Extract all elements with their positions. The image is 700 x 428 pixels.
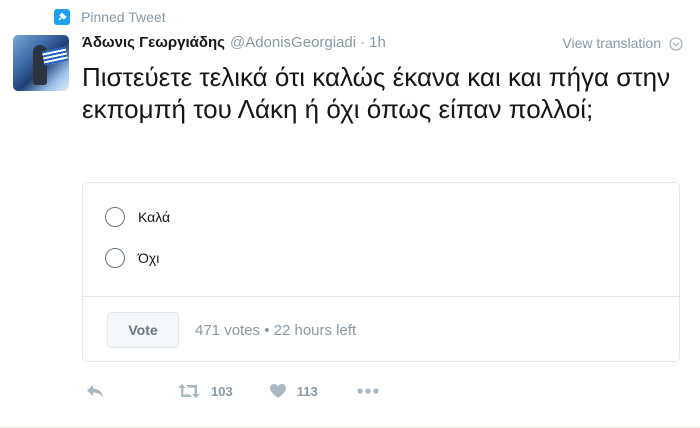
tweet-text: Πιστεύετε τελικά ότι καλώς έκανα και και… bbox=[82, 62, 671, 124]
tweet: Pinned Tweet Άδωνις Γεωργιάδης @AdonisGe… bbox=[0, 0, 700, 428]
retweet-count: 103 bbox=[211, 383, 233, 399]
reply-button[interactable] bbox=[85, 383, 105, 399]
vote-button[interactable]: Vote bbox=[107, 312, 179, 348]
pinned-label: Pinned Tweet bbox=[81, 9, 166, 25]
reply-icon bbox=[87, 385, 103, 397]
view-translation-link[interactable]: View translation bbox=[562, 35, 661, 51]
retweet-icon bbox=[178, 384, 200, 398]
pin-icon bbox=[54, 9, 70, 25]
poll-option-2[interactable]: Όχι bbox=[105, 248, 159, 268]
tweet-actions: 103 113 bbox=[85, 383, 380, 399]
more-button[interactable] bbox=[356, 387, 380, 395]
poll-option-label: Όχι bbox=[138, 250, 160, 266]
author-username[interactable]: @AdonisGeorgiadi bbox=[230, 34, 356, 51]
poll-card: Καλά Όχι Vote 471 votes • 22 hours left bbox=[82, 182, 680, 362]
poll-divider bbox=[83, 296, 679, 297]
tweet-header: Άδωνις Γεωργιάδης @AdonisGeorgiadi · 1h bbox=[82, 34, 386, 51]
avatar[interactable] bbox=[13, 35, 69, 91]
radio-button[interactable] bbox=[105, 248, 125, 268]
poll-option-label: Καλά bbox=[138, 209, 171, 225]
tweet-timestamp[interactable]: 1h bbox=[369, 34, 386, 51]
separator-dot: · bbox=[360, 34, 366, 51]
pinned-indicator: Pinned Tweet bbox=[54, 9, 166, 25]
chevron-down-icon[interactable] bbox=[669, 37, 683, 51]
like-count: 113 bbox=[296, 383, 318, 399]
retweet-button[interactable]: 103 bbox=[177, 383, 233, 399]
author-fullname[interactable]: Άδωνις Γεωργιάδης bbox=[82, 34, 225, 51]
heart-icon bbox=[269, 384, 286, 398]
more-dots-icon bbox=[357, 388, 379, 394]
like-button[interactable]: 113 bbox=[269, 383, 318, 399]
radio-button[interactable] bbox=[105, 207, 125, 227]
poll-option-1[interactable]: Καλά bbox=[105, 207, 170, 227]
poll-meta: 471 votes • 22 hours left bbox=[195, 322, 357, 339]
